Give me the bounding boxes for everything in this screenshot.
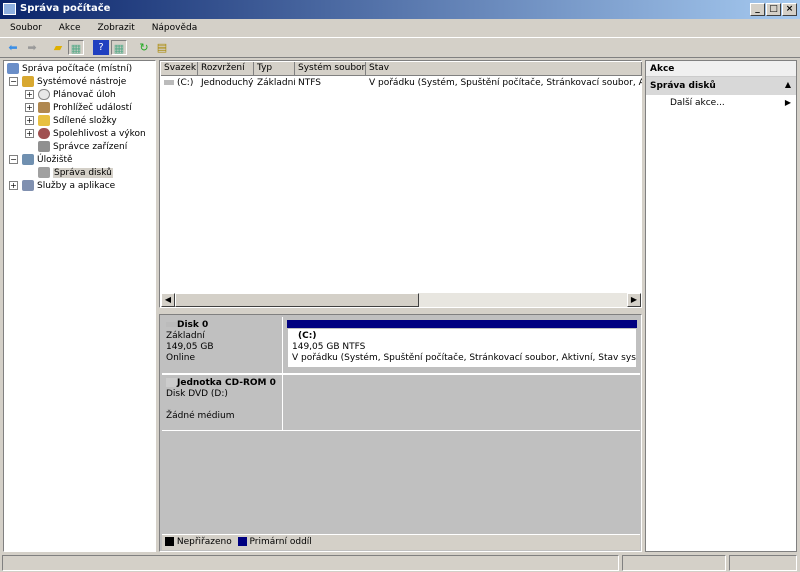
divider [162, 430, 640, 431]
cdrom-icon [166, 378, 177, 387]
column-header-status[interactable]: Stav [366, 62, 642, 76]
minimize-button[interactable]: _ [750, 3, 765, 16]
title-bar: Správa počítače _ □ × [0, 0, 800, 19]
column-header-volume[interactable]: Svazek [161, 62, 198, 76]
up-folder-icon[interactable]: ▰ [50, 40, 66, 55]
tree-item-services[interactable]: + Služby a aplikace [9, 180, 115, 193]
device-manager-icon [38, 141, 50, 152]
show-hide-tree-icon[interactable]: ▦ [68, 40, 84, 55]
horizontal-scrollbar[interactable]: ◀ ▶ [161, 293, 641, 307]
tree-root[interactable]: Správa počítače (místní) [7, 63, 132, 76]
tree-item-event-viewer[interactable]: + Prohlížeč událostí [25, 102, 132, 115]
storage-icon [22, 154, 34, 165]
status-panel [622, 555, 726, 571]
disk-graphical-view: Disk 0 Základní 149,05 GB Online (C:) 14… [159, 314, 642, 552]
scrollbar-thumb[interactable] [175, 293, 419, 307]
scroll-left-button[interactable]: ◀ [161, 293, 175, 307]
forward-icon[interactable]: ➡ [24, 40, 40, 55]
menu-bar: Soubor Akce Zobrazit Nápověda [0, 19, 800, 38]
help-icon[interactable]: ? [93, 40, 109, 55]
tree-item-reliability[interactable]: + Spolehlivost a výkon [25, 128, 146, 141]
properties-icon[interactable]: ▤ [154, 40, 170, 55]
disk-icon [166, 322, 177, 327]
status-panel [729, 555, 797, 571]
maximize-button[interactable]: □ [766, 3, 781, 16]
partition-c[interactable]: (C:) 149,05 GB NTFS V pořádku (Systém, S… [284, 317, 640, 373]
drive-icon [164, 80, 174, 85]
expand-icon[interactable]: + [25, 103, 34, 112]
actions-pane: Akce Správa disků ▲ Další akce... ▶ [645, 60, 797, 552]
cdrom-0-label[interactable]: Jednotka CD-ROM 0 Disk DVD (D:) Žádné mé… [162, 375, 283, 430]
column-header-filesystem[interactable]: Systém souborů [295, 62, 366, 76]
tree-item-storage[interactable]: − Úložiště [9, 154, 73, 167]
actions-section-disk-management[interactable]: Správa disků ▲ [646, 77, 796, 95]
status-bar [0, 554, 800, 572]
submenu-arrow-icon: ▶ [784, 98, 791, 107]
actions-header: Akce [646, 61, 796, 77]
shared-folder-icon [38, 115, 50, 126]
refresh-icon[interactable]: ↻ [136, 40, 152, 55]
console-tree: Správa počítače (místní) − Systémové nást… [3, 60, 156, 552]
expand-icon[interactable]: + [9, 181, 18, 190]
volume-list: Svazek Rozvržení Typ Systém souborů Stav… [159, 60, 642, 308]
menu-zobrazit[interactable]: Zobrazit [97, 23, 134, 33]
event-viewer-icon [38, 102, 50, 113]
legend: Nepřiřazeno Primární oddíl [162, 534, 640, 550]
tools-icon [22, 76, 34, 87]
partition-type-bar [287, 320, 637, 328]
services-icon [22, 180, 34, 191]
scroll-right-button[interactable]: ▶ [627, 293, 641, 307]
collapse-arrow-icon[interactable]: ▲ [785, 80, 791, 89]
column-header-layout[interactable]: Rozvržení [198, 62, 254, 76]
menu-soubor[interactable]: Soubor [10, 23, 42, 33]
status-panel [2, 555, 619, 571]
collapse-icon[interactable]: − [9, 155, 18, 164]
tree-item-device-manager[interactable]: Správce zařízení [38, 141, 127, 154]
toolbar: ⬅ ➡ ▰ ▦ ? ▦ ↻ ▤ [0, 38, 800, 58]
legend-swatch-primary [237, 537, 247, 546]
app-icon [3, 3, 16, 15]
menu-napoveda[interactable]: Nápověda [152, 23, 198, 33]
disk-management-icon [38, 167, 50, 178]
close-button[interactable]: × [782, 3, 797, 16]
expand-icon[interactable]: + [25, 116, 34, 125]
performance-icon [38, 128, 50, 139]
back-icon[interactable]: ⬅ [5, 40, 21, 55]
disk-0-label[interactable]: Disk 0 Základní 149,05 GB Online [162, 317, 283, 373]
collapse-icon[interactable]: − [9, 77, 18, 86]
menu-akce[interactable]: Akce [59, 23, 81, 33]
clock-icon [38, 89, 50, 100]
tree-item-system-tools[interactable]: − Systémové nástroje [9, 76, 126, 89]
action-more-actions[interactable]: Další akce... ▶ [646, 95, 796, 108]
computer-icon [7, 63, 19, 74]
tree-item-task-scheduler[interactable]: + Plánovač úloh [25, 89, 116, 102]
column-header-type[interactable]: Typ [254, 62, 295, 76]
tree-item-disk-management[interactable]: Správa disků [38, 167, 113, 180]
tree-item-shared-folders[interactable]: + Sdílené složky [25, 115, 117, 128]
expand-icon[interactable]: + [25, 90, 34, 99]
legend-swatch-unallocated [165, 537, 174, 546]
window-title: Správa počítače [20, 3, 111, 14]
show-hide-action-icon[interactable]: ▦ [111, 40, 127, 55]
expand-icon[interactable]: + [25, 129, 34, 138]
